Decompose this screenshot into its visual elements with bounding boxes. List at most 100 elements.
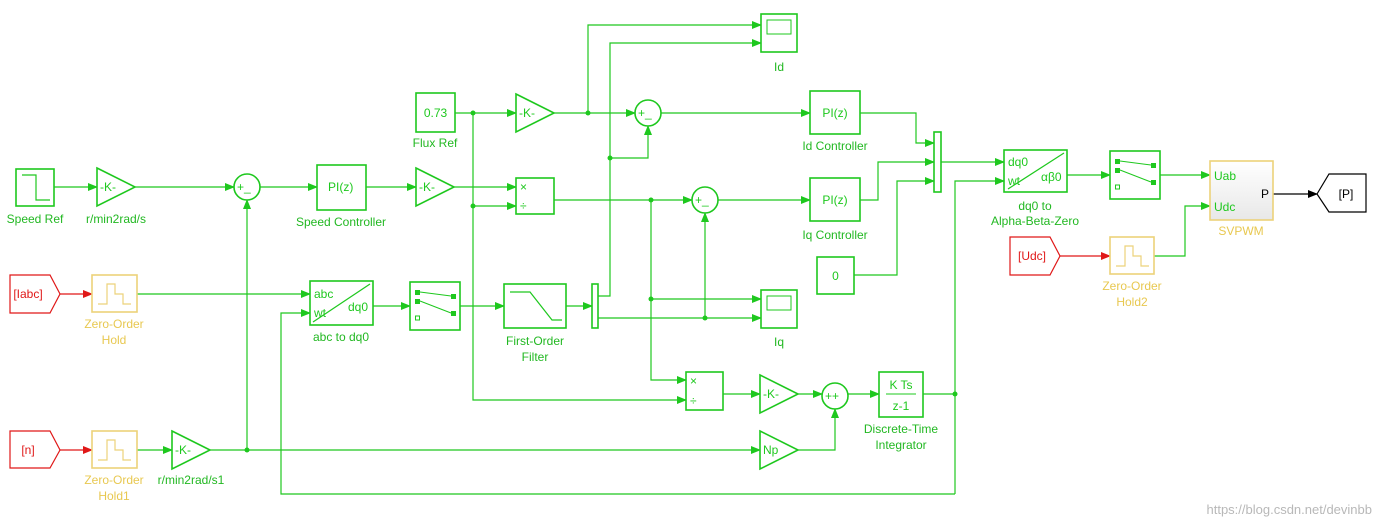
- product2-block[interactable]: × ÷: [685, 371, 724, 411]
- iq-controller-block[interactable]: PI(z) Iq Controller: [802, 177, 868, 242]
- pi-text: PI(z): [822, 193, 847, 207]
- sum-signs: +_: [237, 180, 251, 194]
- selector2-block[interactable]: [409, 281, 461, 331]
- wire[interactable]: [650, 200, 687, 384]
- block-label: Zero-Order: [84, 317, 143, 331]
- multiply-icon: ×: [520, 180, 527, 194]
- block-diagram: Speed Ref -K- r/min2rad/s +_ PI(z) Speed…: [7, 13, 1372, 517]
- from-tag: [Udc]: [1018, 249, 1046, 263]
- mux-block[interactable]: [933, 131, 942, 193]
- block-label: r/min2rad/s1: [158, 473, 225, 487]
- product1-block[interactable]: × ÷: [515, 177, 555, 215]
- block-label: Id: [774, 60, 784, 74]
- port-label: P: [1261, 187, 1269, 201]
- port-label: dq0: [348, 300, 368, 314]
- gain-text: -K-: [419, 180, 435, 194]
- svpwm-block[interactable]: Uab Udc P SVPWM: [1209, 160, 1274, 238]
- port-label: wt: [313, 306, 327, 320]
- wire[interactable]: [280, 309, 955, 495]
- gain-iq-ref-block[interactable]: -K-: [415, 166, 456, 208]
- wire[interactable]: [598, 39, 762, 297]
- speed-controller-block[interactable]: PI(z) Speed Controller: [296, 164, 386, 229]
- from-tag: [n]: [21, 443, 34, 457]
- numerator: K Ts: [889, 378, 912, 392]
- dq0-to-alpha-beta-zero-block[interactable]: dq0 wt αβ0 dq0 to Alpha-Beta-Zero: [991, 149, 1079, 228]
- constant-value: 0.73: [424, 106, 448, 120]
- port-label: abc: [314, 287, 333, 301]
- selector-block[interactable]: [1109, 150, 1161, 200]
- discrete-time-integrator-block[interactable]: K Ts z-1 Discrete-Time Integrator: [864, 371, 939, 452]
- gain-speed-block[interactable]: -K- r/min2rad/s: [86, 166, 146, 226]
- from-iabc-block[interactable]: [Iabc]: [9, 274, 61, 314]
- wire[interactable]: [1154, 202, 1211, 257]
- block-label: Zero-Order: [1102, 279, 1161, 293]
- sum-signs: ++: [825, 389, 839, 403]
- constant-value: 0: [832, 269, 839, 283]
- demux-block[interactable]: [591, 283, 599, 329]
- block-label: Filter: [522, 350, 549, 364]
- multiply-icon: ×: [690, 374, 697, 388]
- gain-np-block[interactable]: Np: [759, 429, 800, 471]
- block-label: Speed Controller: [296, 215, 386, 229]
- block-label: Discrete-Time: [864, 422, 939, 436]
- port-label: Uab: [1214, 169, 1236, 183]
- sum-signs: +_: [695, 193, 709, 207]
- sum-id-block[interactable]: +_: [634, 99, 662, 127]
- block-label: Speed Ref: [7, 212, 64, 226]
- gain-id-ref-block[interactable]: -K-: [515, 92, 556, 134]
- sum3-block[interactable]: ++: [821, 382, 849, 410]
- gain-text: -K-: [519, 106, 535, 120]
- gain-text: Np: [763, 443, 779, 457]
- port-label: dq0: [1008, 155, 1028, 169]
- from-n-block[interactable]: [n]: [9, 430, 61, 469]
- scope-icon: [766, 19, 792, 35]
- block-label: r/min2rad/s: [86, 212, 146, 226]
- constant-zero-block[interactable]: 0: [816, 256, 855, 295]
- from-udc-block[interactable]: [Udc]: [1009, 236, 1061, 276]
- block-label: SVPWM: [1218, 224, 1263, 238]
- block-label: abc to dq0: [313, 330, 369, 344]
- id-controller-block[interactable]: PI(z) Id Controller: [802, 90, 868, 153]
- block-label: Iq Controller: [802, 228, 867, 242]
- wire[interactable]: [610, 125, 652, 159]
- scope-id-block[interactable]: Id: [760, 13, 798, 74]
- block-label: Hold2: [1116, 295, 1148, 309]
- from-tag: [Iabc]: [13, 287, 42, 301]
- gain-text: -K-: [763, 387, 779, 401]
- zoh1-block[interactable]: Zero-Order Hold1: [84, 430, 144, 503]
- divide-icon: ÷: [520, 199, 527, 213]
- divide-icon: ÷: [690, 394, 697, 408]
- gain-text: -K-: [100, 180, 116, 194]
- block-label: First-Order: [506, 334, 564, 348]
- first-order-filter-block[interactable]: First-Order Filter: [503, 283, 567, 364]
- wire[interactable]: [860, 112, 935, 147]
- port-label: wt: [1007, 174, 1021, 188]
- sum-iq-block[interactable]: +_: [691, 186, 719, 214]
- scope-iq-block[interactable]: Iq: [760, 289, 798, 349]
- block-label: dq0 to: [1018, 199, 1052, 213]
- block-label: Integrator: [875, 438, 926, 452]
- denominator: z-1: [893, 399, 910, 413]
- gain-text: -K-: [175, 443, 191, 457]
- port-label: αβ0: [1041, 170, 1062, 184]
- flux-ref-block[interactable]: 0.73 Flux Ref: [413, 92, 458, 150]
- sum1-block[interactable]: +_: [233, 173, 261, 201]
- zoh2-block[interactable]: Zero-Order Hold2: [1102, 236, 1162, 309]
- wire[interactable]: [798, 408, 839, 451]
- wire[interactable]: [472, 113, 687, 404]
- block-label: Hold: [102, 333, 127, 347]
- speed-ref-block[interactable]: Speed Ref: [7, 168, 64, 226]
- gain-comp-block[interactable]: -K-: [759, 373, 800, 415]
- block-label: Flux Ref: [413, 136, 458, 150]
- simulink-canvas: Speed Ref -K- r/min2rad/s +_ PI(z) Speed…: [0, 0, 1382, 525]
- block-label: Hold1: [98, 489, 130, 503]
- block-label: Zero-Order: [84, 473, 143, 487]
- block-label: Alpha-Beta-Zero: [991, 214, 1079, 228]
- goto-p-block[interactable]: [P]: [1316, 173, 1367, 213]
- block-label: Id Controller: [802, 139, 867, 153]
- block-label: Iq: [774, 335, 784, 349]
- abc-to-dq0-block[interactable]: abc wt dq0 abc to dq0: [309, 280, 374, 344]
- zoh-block[interactable]: Zero-Order Hold: [84, 274, 144, 347]
- gain-speed1-block[interactable]: -K- r/min2rad/s1: [158, 429, 225, 487]
- wire[interactable]: [587, 21, 762, 113]
